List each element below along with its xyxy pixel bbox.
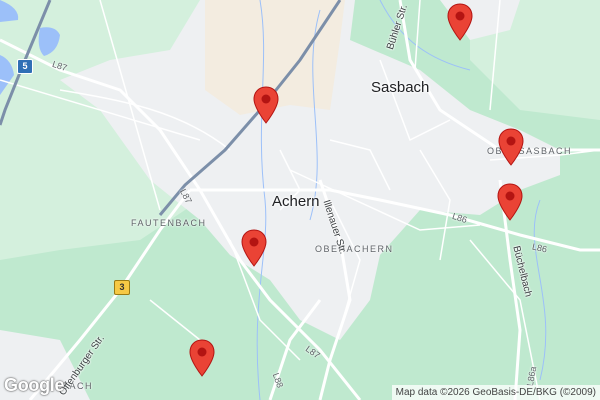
map-canvas[interactable]: Sasbach Achern FAUTENBACH OBERACHERN OBE…	[0, 0, 600, 400]
road-shield-b3: 3	[114, 280, 130, 295]
map-pin-icon	[447, 3, 473, 41]
map-attribution[interactable]: Map data ©2026 GeoBasis-DE/BKG (©2009)	[391, 385, 600, 400]
map-pin-icon	[189, 339, 215, 377]
place-label-fautenbach: FAUTENBACH	[131, 218, 207, 228]
map-pin-icon	[253, 86, 279, 124]
place-label-sasbach: Sasbach	[371, 79, 430, 96]
marker-1[interactable]	[447, 3, 473, 41]
marker-6[interactable]	[189, 339, 215, 377]
marker-3[interactable]	[498, 128, 524, 166]
place-label-oberachern: OBERACHERN	[315, 244, 394, 254]
google-logo: Google	[4, 375, 65, 395]
road-shield-a5: 5	[17, 59, 33, 74]
map-pin-icon	[241, 229, 267, 267]
marker-4[interactable]	[497, 183, 523, 221]
map-pin-icon	[497, 183, 523, 221]
map-pin-icon	[498, 128, 524, 166]
marker-2[interactable]	[253, 86, 279, 124]
place-label-achern: Achern	[272, 193, 320, 210]
marker-5[interactable]	[241, 229, 267, 267]
